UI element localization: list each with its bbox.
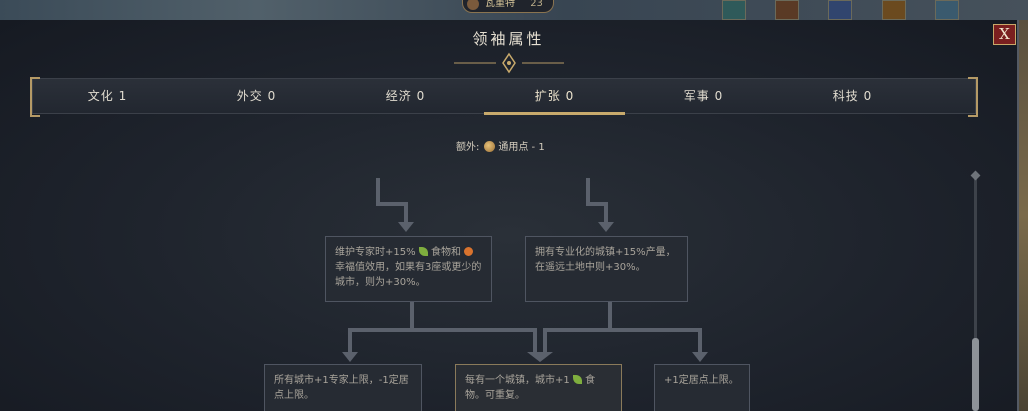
perk-text: +1定居点上限。 [664,375,739,386]
perk-text: 食物和 [430,247,461,258]
perk-text: 所有城市+1专家上限，-1定居点上限。 [274,375,409,401]
perk-city-specialist-cap[interactable]: 所有城市+1专家上限，-1定居点上限。 [264,364,422,411]
perk-text: 每有一个城镇，城市+1 [465,375,570,386]
perk-text: 拥有专业化的城镇+15%产量，在遥远土地中则+30%。 [535,247,676,273]
skill-tree-connectors [342,178,708,362]
perk-specialized-town-production[interactable]: 拥有专业化的城镇+15%产量，在遥远土地中则+30%。 [525,236,688,302]
perk-specialist-food-happiness[interactable]: 维护专家时+15% 食物和 幸福值效用，如果有3座或更少的城市，则为+30%。 [325,236,492,302]
perk-food-per-town[interactable]: 每有一个城镇，城市+1 食物。可重复。 [455,364,622,411]
perk-settlement-cap[interactable]: +1定居点上限。 [654,364,750,411]
perk-text: 幸福值效用，如果有3座或更少的城市，则为+30%。 [335,262,482,288]
happiness-icon [464,247,474,256]
perk-text: 维护专家时+15% [335,247,416,258]
food-icon [418,247,428,256]
food-icon [572,375,582,384]
scrollbar-thumb[interactable] [972,338,979,411]
